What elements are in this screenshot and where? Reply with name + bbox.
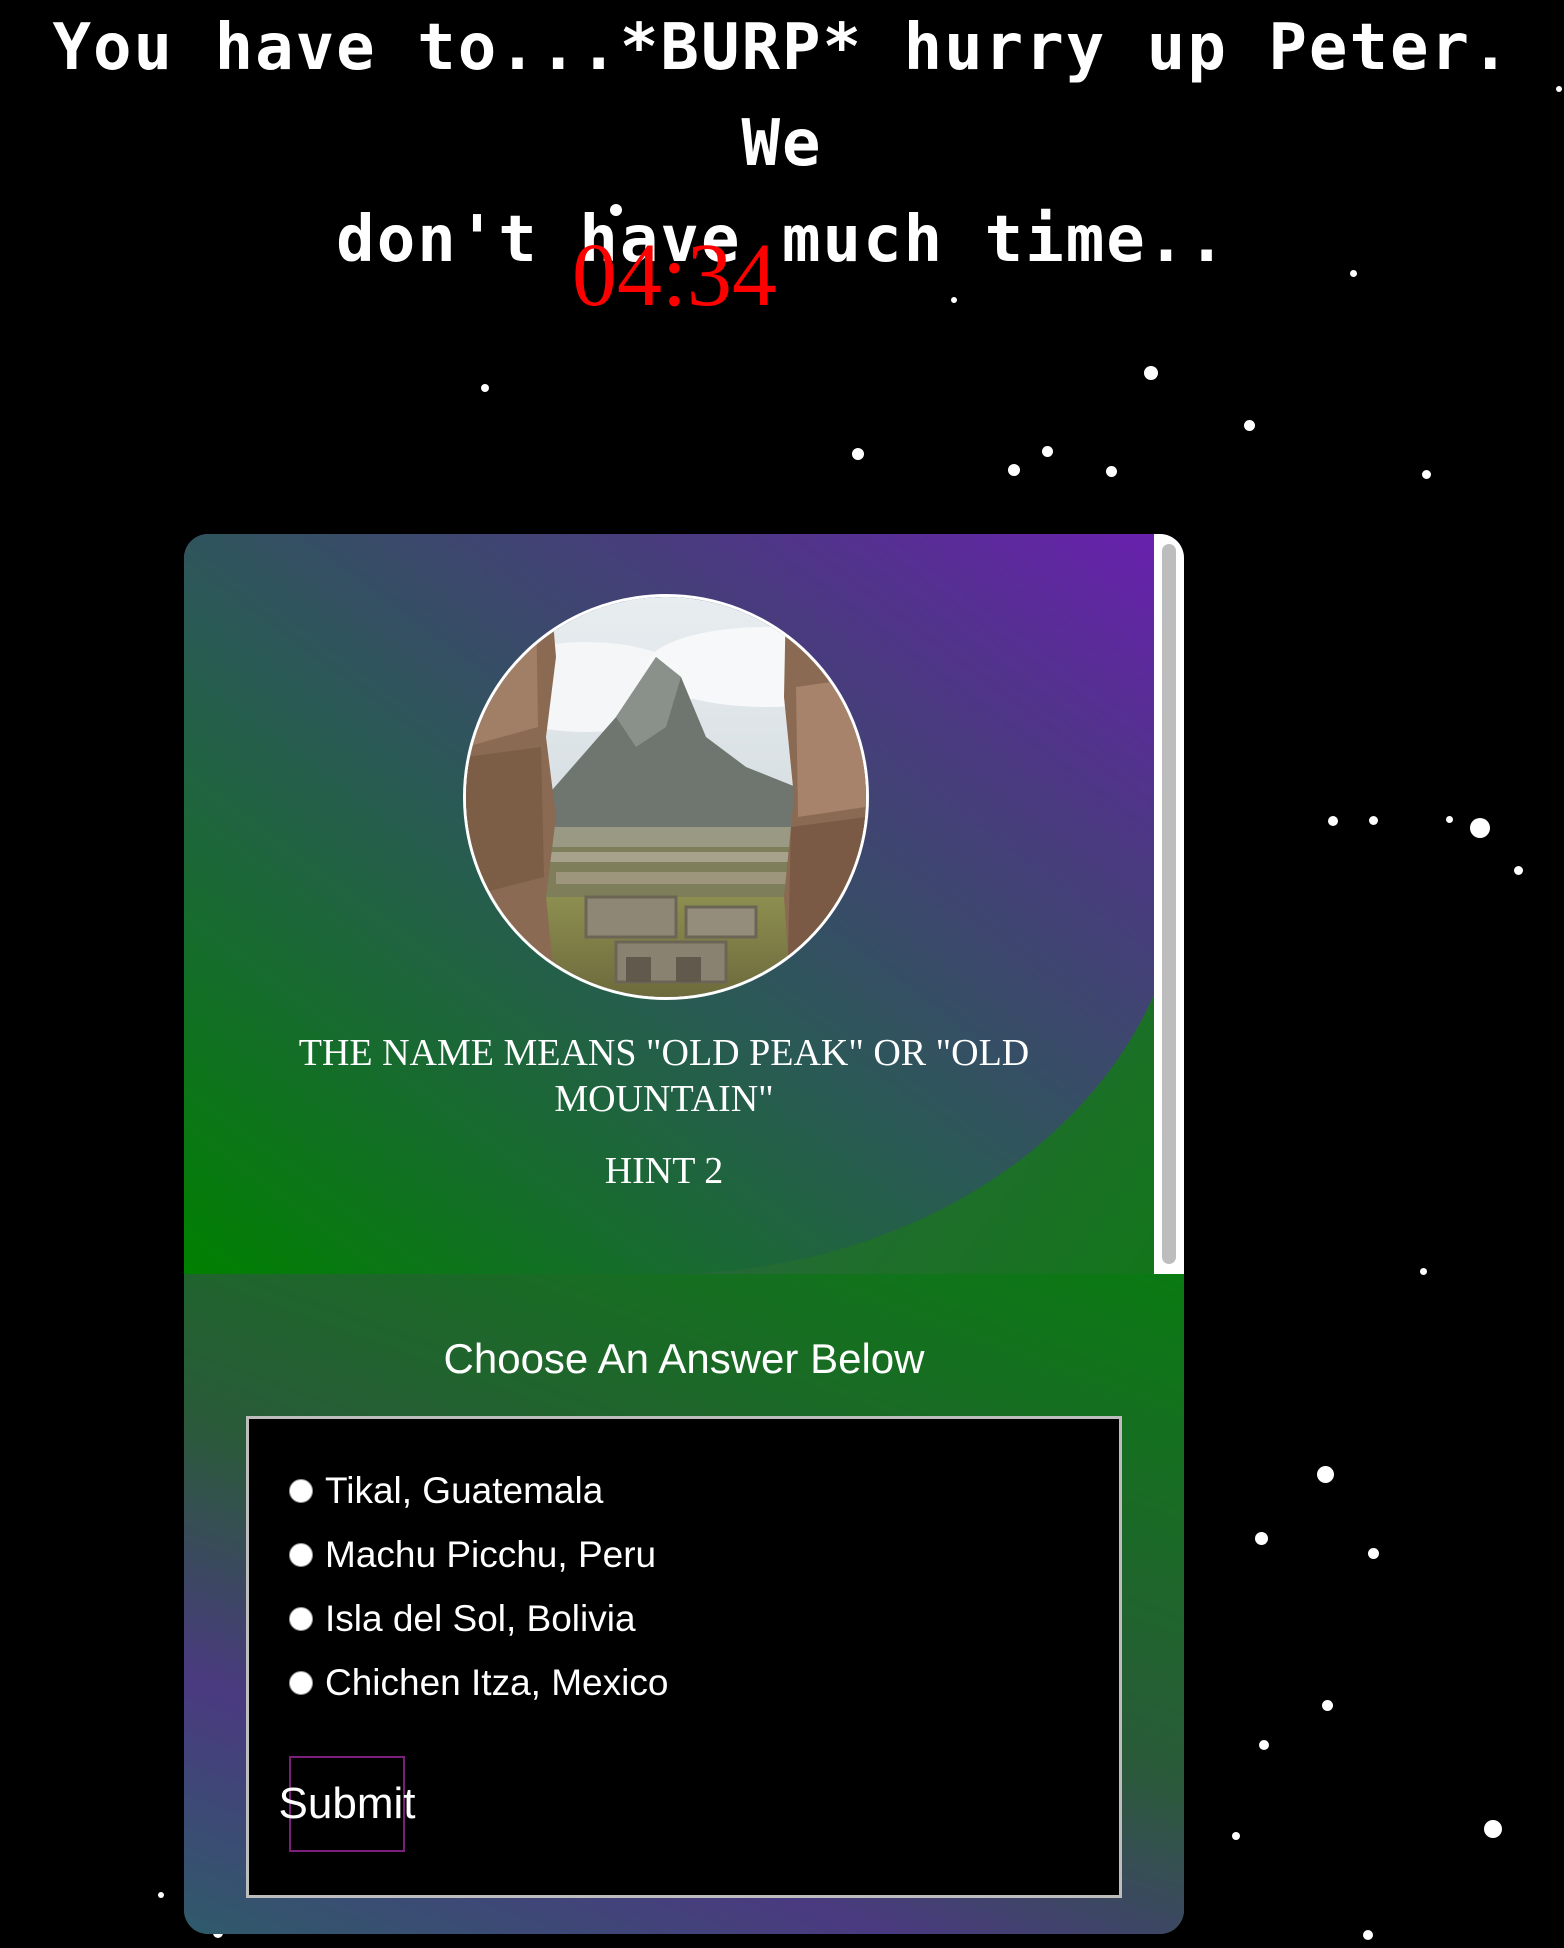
star xyxy=(481,384,489,392)
star xyxy=(951,297,957,303)
answers-form: Tikal, Guatemala Machu Picchu, Peru Isla… xyxy=(246,1416,1122,1898)
location-photo xyxy=(463,594,869,1000)
star xyxy=(852,448,864,460)
star xyxy=(1244,420,1255,431)
star xyxy=(1008,464,1020,476)
submit-button[interactable]: Submit xyxy=(279,1756,415,1852)
star xyxy=(1420,1268,1427,1275)
answer-option-tikal[interactable]: Tikal, Guatemala xyxy=(289,1466,603,1516)
star xyxy=(1144,366,1158,380)
hint-number: HINT 2 xyxy=(604,1150,724,1192)
star xyxy=(1422,470,1431,479)
mountain-ruins-illustration xyxy=(466,597,866,997)
answer-option-machu-picchu[interactable]: Machu Picchu, Peru xyxy=(289,1530,656,1580)
star xyxy=(1368,1548,1379,1559)
star xyxy=(158,1892,164,1898)
quiz-card: THE NAME MEANS "OLD PEAK" OR "OLD MOUNTA… xyxy=(184,534,1184,1934)
star xyxy=(1317,1466,1334,1483)
scrollbar-thumb[interactable] xyxy=(1162,544,1176,1264)
choose-answer-heading: Choose An Answer Below xyxy=(443,1335,925,1382)
radio-button[interactable] xyxy=(289,1479,313,1503)
star xyxy=(1514,866,1523,875)
answer-option-label: Tikal, Guatemala xyxy=(325,1470,604,1511)
star xyxy=(1106,466,1117,477)
star xyxy=(1259,1740,1269,1750)
answer-option-chichen-itza[interactable]: Chichen Itza, Mexico xyxy=(289,1658,668,1708)
star xyxy=(1042,446,1053,457)
answer-option-isla-del-sol[interactable]: Isla del Sol, Bolivia xyxy=(289,1594,636,1644)
star xyxy=(1328,816,1338,826)
banner-line-2: don't have much time.. xyxy=(336,203,1228,277)
radio-button[interactable] xyxy=(289,1671,313,1695)
star xyxy=(1369,816,1378,825)
countdown-timer: 04:34 xyxy=(572,226,778,325)
star xyxy=(1232,1832,1240,1840)
radio-button[interactable] xyxy=(289,1607,313,1631)
star xyxy=(1322,1700,1333,1711)
radio-button[interactable] xyxy=(289,1543,313,1567)
story-banner: You have to...*BURP* hurry up Peter. We … xyxy=(0,0,1564,288)
star xyxy=(1484,1820,1502,1838)
star xyxy=(1470,818,1490,838)
hint-text: THE NAME MEANS "OLD PEAK" OR "OLD MOUNTA… xyxy=(298,1032,1030,1120)
answer-option-label: Machu Picchu, Peru xyxy=(325,1534,657,1575)
answer-option-label: Isla del Sol, Bolivia xyxy=(325,1598,636,1639)
star xyxy=(1363,1930,1373,1940)
star xyxy=(1255,1532,1268,1545)
answer-option-label: Chichen Itza, Mexico xyxy=(325,1662,669,1703)
star xyxy=(1446,816,1453,823)
banner-line-1: You have to...*BURP* hurry up Peter. We xyxy=(52,11,1512,181)
